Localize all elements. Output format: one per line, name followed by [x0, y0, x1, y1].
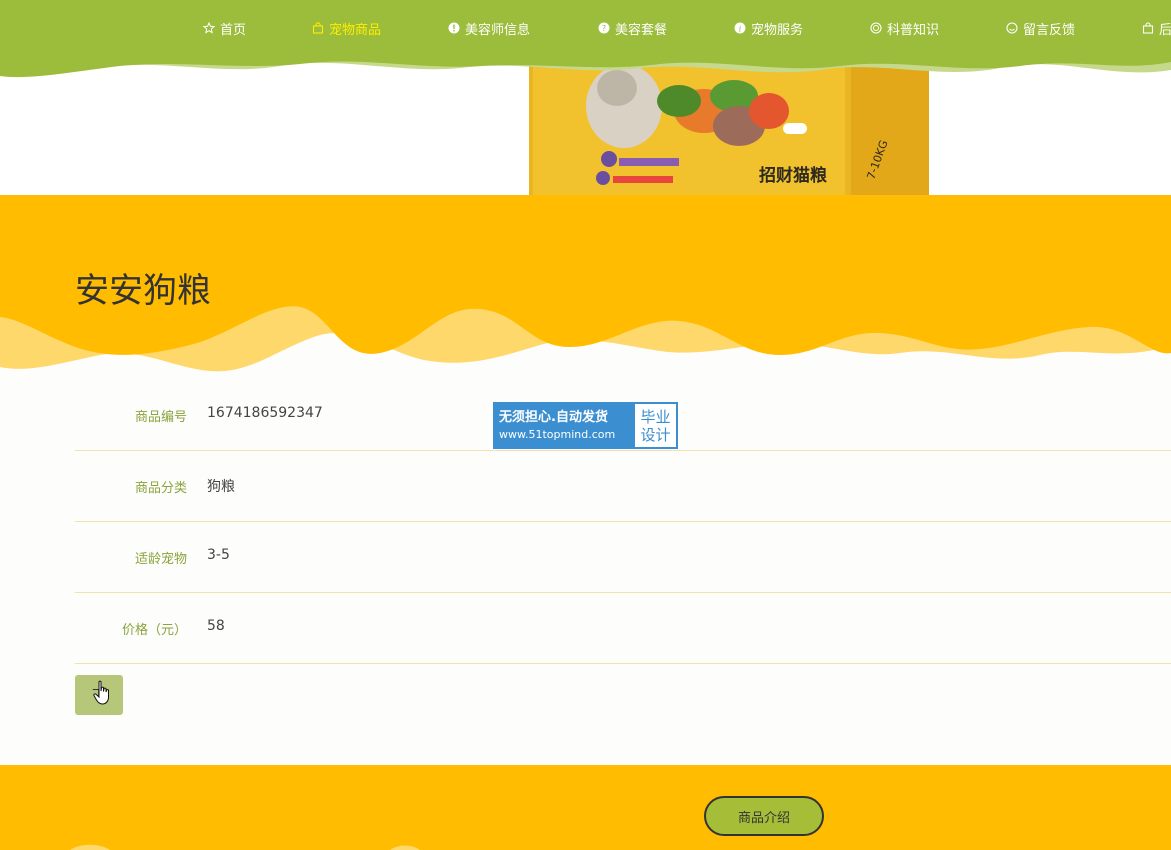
nav-item-groomer-info[interactable]: 美容师信息	[448, 18, 530, 38]
watermark-badge: 无须担心.自动发货 www.51topmind.com 毕业 设计	[493, 402, 678, 449]
nav-item-pet-products[interactable]: 宠物商品	[312, 18, 381, 38]
detail-value: 58	[207, 618, 225, 634]
top-navigation: 首页 宠物商品 美容师信息 ? 美容套餐 i 宠物服务 科普知识 留言反馈 后	[0, 0, 1171, 84]
nav-item-label: 科普知识	[887, 22, 940, 38]
nav-item-feedback[interactable]: 留言反馈	[1006, 18, 1075, 38]
svg-text:?: ?	[602, 24, 606, 33]
detail-row-category: 商品分类 狗粮	[75, 451, 1171, 522]
watermark-slogan: 无须担心.自动发货	[499, 410, 608, 425]
nav-item-grooming-packages[interactable]: ? 美容套餐	[598, 18, 667, 38]
nav-item-label: 后	[1159, 22, 1171, 38]
info-italic-icon: i	[734, 22, 746, 34]
svg-text:i: i	[739, 25, 742, 34]
tab-product-intro[interactable]: 商品介绍	[704, 796, 824, 836]
nav-item-label: 留言反馈	[1023, 22, 1076, 38]
nav-item-label: 宠物服务	[751, 22, 804, 38]
detail-value: 1674186592347	[207, 405, 323, 421]
nav-item-label: 美容套餐	[615, 22, 668, 38]
info-icon	[448, 22, 460, 34]
question-icon: ?	[598, 22, 610, 34]
detail-value: 3-5	[207, 547, 230, 563]
watermark-stamp-bottom: 设计	[640, 425, 671, 444]
bag-icon	[312, 22, 324, 34]
nav-item-admin[interactable]: 后	[1142, 18, 1171, 38]
detail-row-price: 价格（元） 58	[75, 593, 1171, 664]
lock-icon	[1142, 22, 1154, 34]
product-title: 安安狗粮	[75, 271, 211, 311]
detail-label: 价格（元）	[121, 623, 187, 638]
hand-cursor-icon	[93, 680, 109, 705]
star-icon	[203, 22, 215, 34]
carousel-indicator-active[interactable]	[783, 123, 807, 134]
nav-item-science-knowledge[interactable]: 科普知识	[870, 18, 939, 38]
detail-label: 商品编号	[134, 410, 187, 425]
smile-icon	[870, 22, 882, 34]
detail-label: 适龄宠物	[134, 552, 187, 567]
nav-item-pet-services[interactable]: i 宠物服务	[734, 18, 803, 38]
watermark-stamp: 毕业 设计	[634, 403, 677, 448]
nav-item-home[interactable]: 首页	[203, 18, 246, 38]
nav-item-label: 宠物商品	[329, 22, 382, 38]
bottom-tab-band: 商品介绍	[0, 765, 1171, 850]
nav-item-label: 首页	[220, 22, 247, 38]
nav-menu: 首页 宠物商品 美容师信息 ? 美容套餐 i 宠物服务 科普知识 留言反馈 后	[0, 0, 1171, 56]
banner-product-name: 招财猫粮	[759, 165, 827, 186]
detail-value: 狗粮	[207, 479, 235, 495]
nav-item-label: 美容师信息	[465, 22, 531, 38]
bottom-wave-decoration	[70, 844, 420, 850]
watermark-stamp-top: 毕业	[640, 407, 671, 426]
watermark-text: 无须担心.自动发货 www.51topmind.com	[494, 403, 634, 448]
watermark-url: www.51topmind.com	[499, 428, 616, 441]
detail-row-pet-age: 适龄宠物 3-5	[75, 522, 1171, 593]
smile-outline-icon	[1006, 22, 1018, 34]
detail-label: 商品分类	[134, 481, 187, 496]
title-band: 安安狗粮	[0, 195, 1171, 375]
cat-food-banner-image: 招财猫粮 7-10KG	[529, 66, 929, 196]
